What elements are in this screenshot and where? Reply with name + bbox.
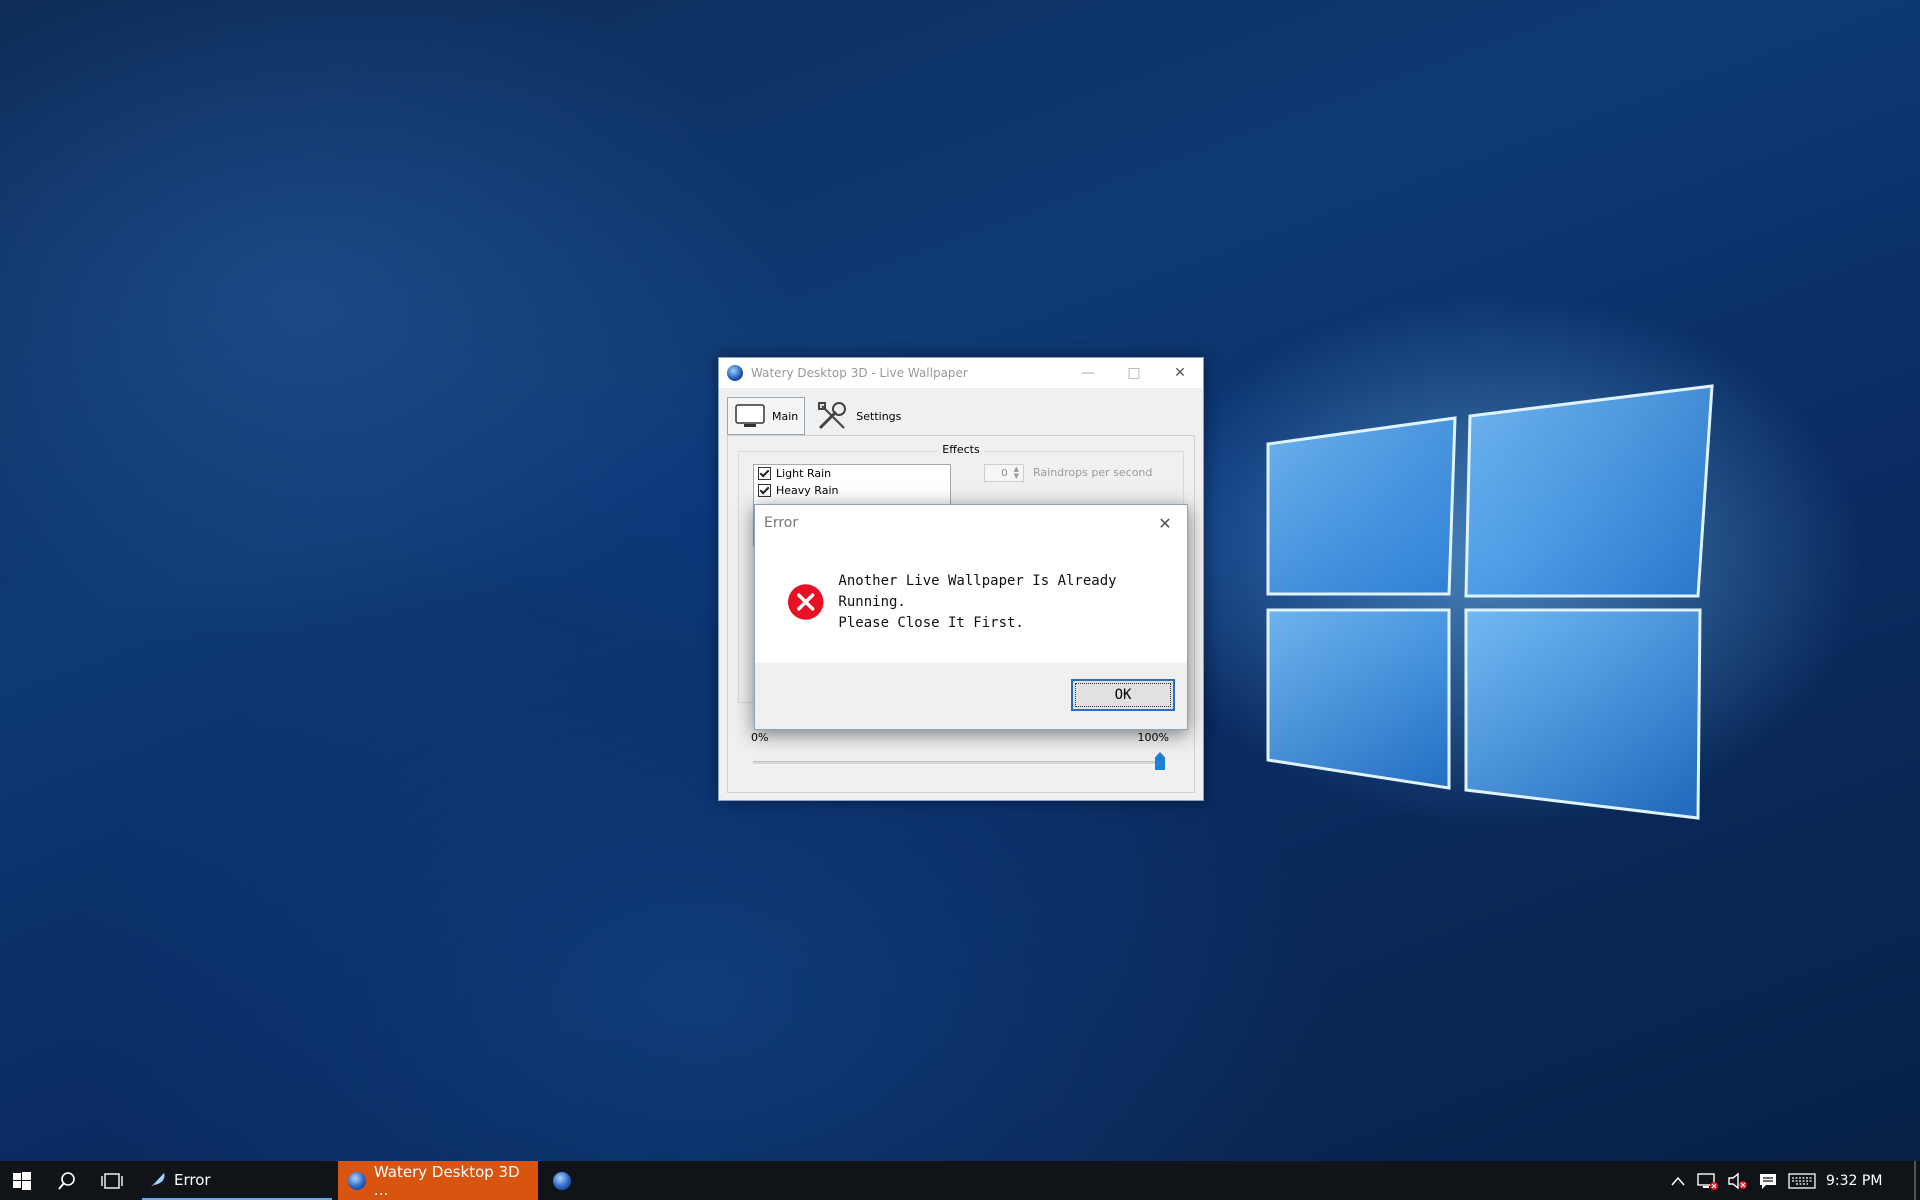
- effect-light-rain[interactable]: Light Rain: [754, 465, 950, 482]
- monitor-icon: [735, 404, 765, 427]
- close-button[interactable]: ✕: [1157, 358, 1203, 388]
- globe-app-icon: [553, 1171, 571, 1190]
- checkbox-heavy-rain[interactable]: [758, 484, 771, 497]
- taskbar-item-watery-label: Watery Desktop 3D ...: [373, 1162, 520, 1199]
- tab-main-label: Main: [772, 409, 799, 423]
- error-dialog: Error ✕ Another Live Wallpaper Is Alread…: [754, 504, 1188, 730]
- search-button[interactable]: [44, 1161, 90, 1200]
- taskbar-clock[interactable]: 9:32 PM: [1826, 1161, 1882, 1200]
- taskbar: Error Watery Desktop 3D ... 9:32 PM: [0, 1161, 1920, 1200]
- spinner-arrows-icon[interactable]: ▲ ▼: [1014, 466, 1019, 480]
- error-message: Another Live Wallpaper Is Already Runnin…: [838, 571, 1187, 634]
- error-titlebar[interactable]: Error ✕: [755, 505, 1187, 541]
- task-view-icon: [101, 1172, 123, 1189]
- keyboard-icon: [1788, 1172, 1816, 1189]
- slider-min-label: 0%: [751, 731, 769, 744]
- volume-muted-icon: [1728, 1172, 1747, 1189]
- effect-heavy-rain-label: Heavy Rain: [776, 484, 839, 497]
- feather-icon: [151, 1172, 165, 1187]
- tab-settings-label: Settings: [856, 409, 902, 423]
- action-center-button[interactable]: [1754, 1161, 1782, 1200]
- app-titlebar[interactable]: Watery Desktop 3D - Live Wallpaper — □ ✕: [719, 358, 1203, 388]
- slider-max-label: 100%: [1137, 731, 1169, 744]
- error-message-line1: Another Live Wallpaper Is Already Runnin…: [838, 572, 1117, 610]
- error-icon: [787, 584, 824, 620]
- raindrops-stepper[interactable]: 0 ▲ ▼: [984, 464, 1024, 482]
- task-view-button[interactable]: [90, 1161, 134, 1200]
- taskbar-item-globe-app[interactable]: [546, 1161, 578, 1200]
- notification-icon: [1760, 1173, 1776, 1189]
- checkbox-light-rain[interactable]: [758, 467, 771, 480]
- taskbar-item-error-label: Error: [174, 1170, 211, 1189]
- effects-title: Effects: [938, 443, 984, 456]
- volume-tray-button[interactable]: [1724, 1161, 1752, 1200]
- windows-start-icon: [13, 1171, 31, 1190]
- opacity-slider-area: 0% 100%: [751, 731, 1181, 791]
- show-desktop-button[interactable]: [1914, 1161, 1916, 1200]
- tab-main[interactable]: Main: [727, 397, 806, 435]
- ok-button[interactable]: OK: [1071, 679, 1175, 711]
- chevron-up-icon: [1671, 1176, 1685, 1185]
- app-globe-icon: [727, 365, 743, 381]
- error-body: Another Live Wallpaper Is Already Runnin…: [755, 541, 1187, 663]
- error-dialog-title: Error: [764, 515, 799, 531]
- show-hidden-icons-button[interactable]: [1666, 1161, 1690, 1200]
- taskbar-item-error[interactable]: Error: [142, 1161, 332, 1200]
- tools-icon: [818, 402, 847, 430]
- tab-settings[interactable]: Settings: [809, 397, 908, 435]
- slider-track[interactable]: [753, 761, 1159, 764]
- app-window-title: Watery Desktop 3D - Live Wallpaper: [751, 366, 968, 380]
- raindrops-value: 0: [1001, 467, 1008, 479]
- start-button[interactable]: [0, 1161, 44, 1200]
- error-message-line2: Please Close It First.: [838, 614, 1024, 631]
- maximize-button[interactable]: □: [1111, 358, 1157, 388]
- slider-thumb[interactable]: [1155, 752, 1165, 770]
- search-icon: [58, 1171, 75, 1190]
- network-tray-button[interactable]: [1694, 1161, 1722, 1200]
- error-footer: OK: [755, 663, 1187, 729]
- globe-icon: [348, 1171, 366, 1190]
- error-close-button[interactable]: ✕: [1143, 505, 1187, 541]
- touch-keyboard-button[interactable]: [1786, 1161, 1818, 1200]
- effect-light-rain-label: Light Rain: [776, 467, 832, 480]
- raindrops-label: Raindrops per second: [1033, 466, 1153, 479]
- effect-heavy-rain[interactable]: Heavy Rain: [754, 482, 950, 499]
- network-disconnected-icon: [1697, 1172, 1718, 1190]
- minimize-button[interactable]: —: [1065, 358, 1111, 388]
- taskbar-item-watery[interactable]: Watery Desktop 3D ...: [338, 1161, 538, 1200]
